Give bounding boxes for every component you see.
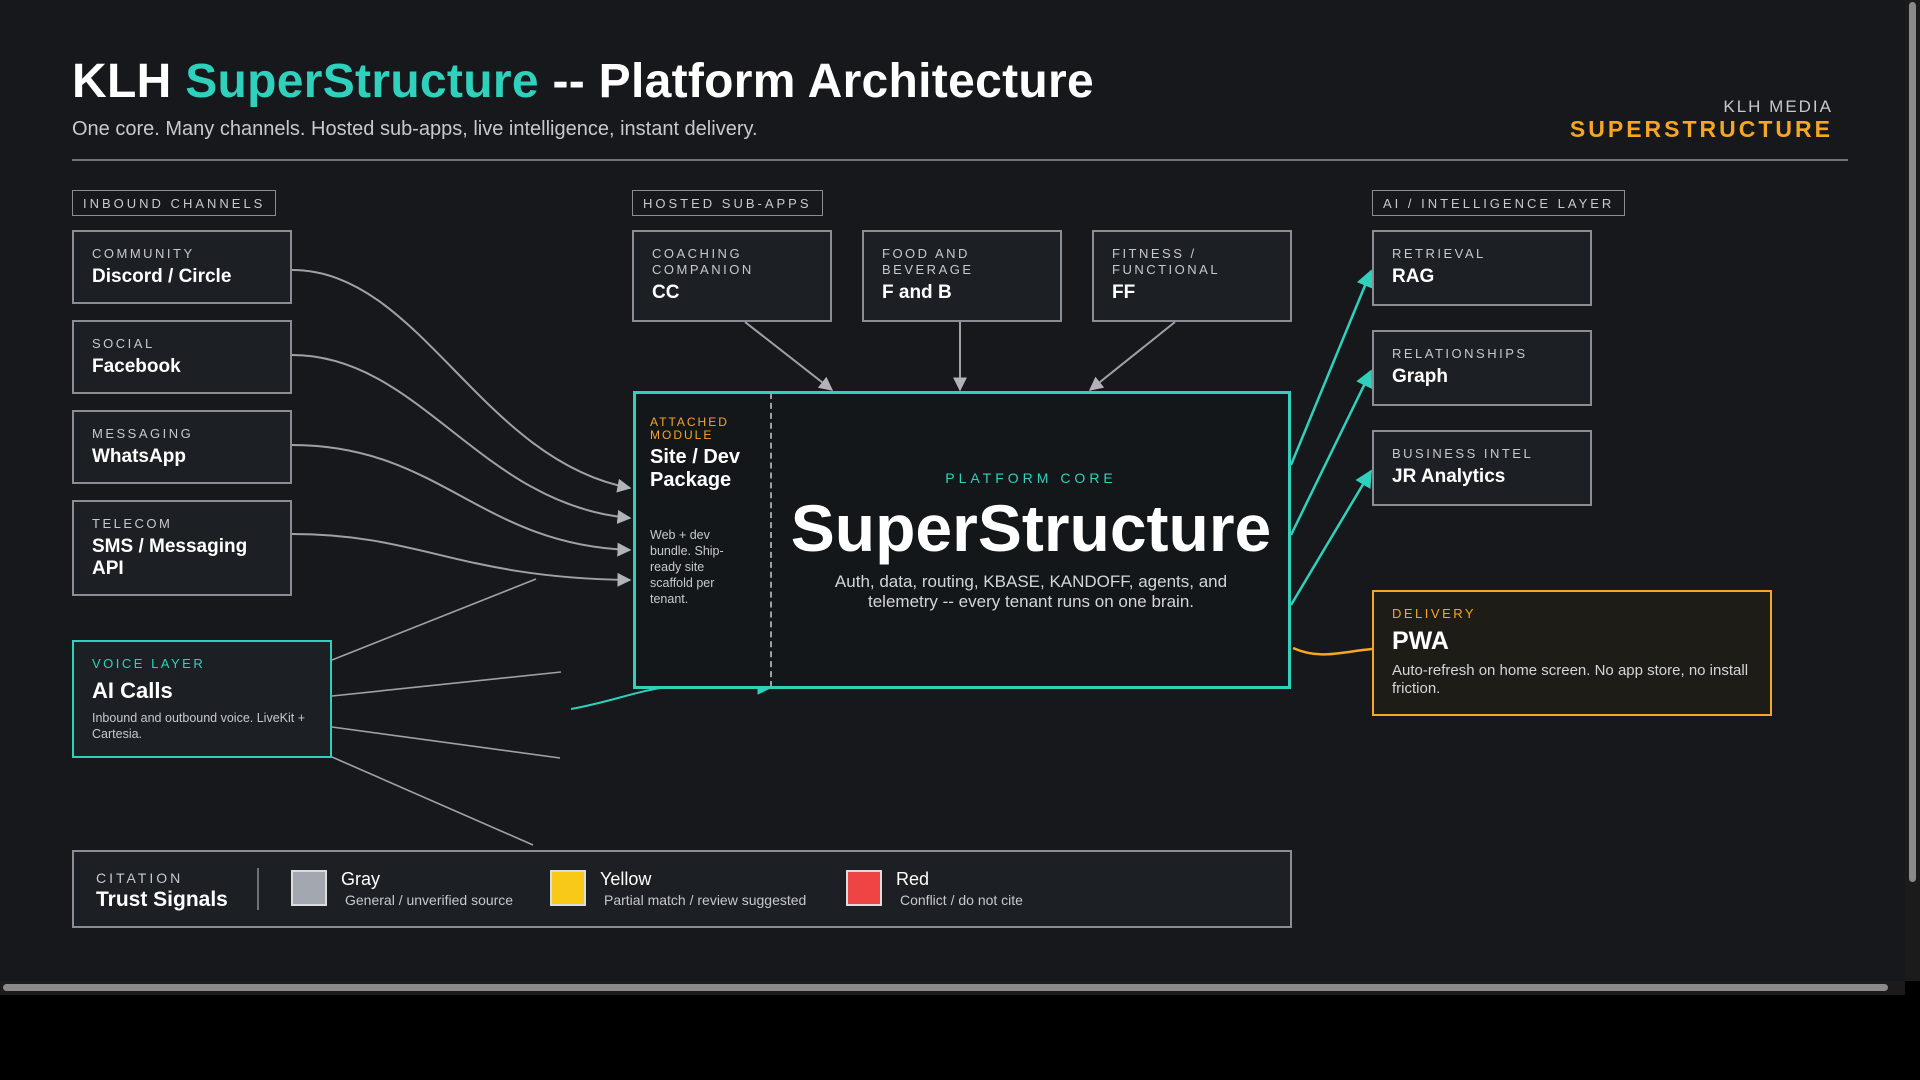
trust-signals-legend: CITATION Trust Signals Gray General / un…	[72, 850, 1292, 928]
section-tag-hosted: HOSTED SUB-APPS	[632, 190, 823, 216]
title-prefix: KLH	[72, 55, 172, 108]
legend-desc-red: Conflict / do not cite	[900, 892, 1023, 908]
inbound-name: Facebook	[92, 356, 181, 377]
attached-module-title: Site / Dev Package	[650, 446, 741, 491]
hosted-box-cc: COACHING COMPANION CC	[632, 230, 832, 322]
inbound-caption: SOCIAL	[92, 336, 155, 351]
ai-name: RAG	[1392, 266, 1435, 287]
inbound-caption: TELECOM	[92, 516, 173, 531]
delivery-desc: Auto-refresh on home screen. No app stor…	[1392, 662, 1749, 697]
connector-core-to-graph	[1289, 369, 1373, 536]
voice-line-4	[331, 756, 534, 846]
hosted-caption: COACHING COMPANION	[652, 246, 754, 277]
voice-line-1	[331, 578, 537, 661]
swatch-gray	[291, 870, 327, 906]
legend-desc-gray: General / unverified source	[345, 892, 514, 908]
title-suffix: -- Platform Architecture	[552, 55, 1094, 108]
hosted-caption: FOOD AND BEVERAGE	[882, 246, 974, 277]
header-divider	[72, 159, 1848, 161]
legend-separator	[257, 868, 259, 910]
inbound-box-telecom: TELECOM SMS / Messaging API	[72, 500, 292, 596]
hosted-name: CC	[652, 282, 680, 303]
inbound-name: Discord / Circle	[92, 266, 232, 287]
delivery-box: DELIVERY PWA Auto-refresh on home screen…	[1372, 590, 1772, 716]
vertical-scrollbar-thumb[interactable]	[1909, 2, 1916, 882]
legend-label-gray: Gray	[341, 869, 381, 889]
inbound-box-messaging: MESSAGING WhatsApp	[72, 410, 292, 484]
connector-core-to-pwa	[1292, 646, 1373, 656]
legend-label-yellow: Yellow	[600, 869, 652, 889]
legend-label-red: Red	[896, 869, 930, 889]
inbound-box-community: COMMUNITY Discord / Circle	[72, 230, 292, 304]
voice-to-core-connector	[570, 680, 772, 710]
section-tag-ai: AI / INTELLIGENCE LAYER	[1372, 190, 1626, 216]
hosted-name: FF	[1112, 282, 1136, 303]
connector-ff-to-core	[1088, 321, 1176, 391]
voice-title: AI Calls	[92, 678, 173, 703]
connector-cc-to-core	[744, 321, 834, 391]
ai-caption: RELATIONSHIPS	[1392, 346, 1528, 361]
ai-box-retrieval: RETRIEVAL RAG	[1372, 230, 1592, 306]
inbound-name: WhatsApp	[92, 446, 186, 467]
platform-core-title: SuperStructure	[790, 491, 1272, 565]
inbound-box-social: SOCIAL Facebook	[72, 320, 292, 394]
legend-desc-yellow: Partial match / review suggested	[604, 892, 807, 908]
diagram-canvas: KLH SuperStructure -- Platform Architect…	[0, 0, 1905, 981]
hosted-box-fb: FOOD AND BEVERAGE F and B	[862, 230, 1062, 322]
hosted-caption: FITNESS / FUNCTIONAL	[1112, 246, 1221, 277]
brand-org: KLH MEDIA	[1723, 97, 1833, 116]
legend-title: Trust Signals	[96, 888, 228, 911]
ai-box-relationships: RELATIONSHIPS Graph	[1372, 330, 1592, 406]
voice-desc: Inbound and outbound voice. LiveKit + Ca…	[92, 711, 306, 741]
inbound-name: SMS / Messaging API	[92, 536, 248, 579]
hosted-name: F and B	[882, 282, 952, 303]
voice-caption: VOICE LAYER	[92, 656, 206, 671]
delivery-title: PWA	[1392, 627, 1449, 655]
inbound-caption: COMMUNITY	[92, 246, 195, 261]
page-title: KLH SuperStructure -- Platform Architect…	[72, 54, 1094, 109]
attached-module-caption: ATTACHED MODULE	[650, 415, 729, 442]
brand-name: SUPERSTRUCTURE	[1569, 116, 1833, 142]
ai-name: JR Analytics	[1392, 466, 1506, 487]
connector-discord-to-core	[291, 269, 632, 493]
ai-caption: RETRIEVAL	[1392, 246, 1486, 261]
connector-core-to-analytics	[1289, 469, 1373, 606]
attached-module-desc: Web + dev bundle. Ship-ready site scaffo…	[650, 528, 724, 606]
platform-core-caption: PLATFORM CORE	[945, 470, 1117, 486]
connector-facebook-to-core	[291, 354, 632, 524]
swatch-red	[846, 870, 882, 906]
ai-name: Graph	[1392, 366, 1448, 387]
ai-caption: BUSINESS INTEL	[1392, 446, 1534, 461]
voice-layer-box: VOICE LAYER AI Calls Inbound and outboun…	[72, 640, 332, 758]
title-accent: SuperStructure	[185, 55, 539, 108]
connector-sms-to-core	[291, 533, 632, 587]
swatch-yellow	[550, 870, 586, 906]
legend-caption: CITATION	[96, 870, 184, 886]
platform-core-desc: Auth, data, routing, KBASE, KANDOFF, age…	[834, 572, 1228, 611]
page-subtitle: One core. Many channels. Hosted sub-apps…	[72, 118, 758, 140]
connector-core-to-rag	[1289, 269, 1374, 466]
delivery-caption: DELIVERY	[1392, 606, 1477, 621]
connector-whatsapp-to-core	[291, 444, 632, 557]
voice-line-3	[331, 726, 561, 759]
section-tag-inbound: INBOUND CHANNELS	[72, 190, 277, 216]
inbound-caption: MESSAGING	[92, 426, 194, 441]
hosted-box-ff: FITNESS / FUNCTIONAL FF	[1092, 230, 1292, 322]
voice-line-2	[331, 671, 562, 697]
ai-box-business-intel: BUSINESS INTEL JR Analytics	[1372, 430, 1592, 506]
horizontal-scrollbar-thumb[interactable]	[3, 984, 1888, 991]
